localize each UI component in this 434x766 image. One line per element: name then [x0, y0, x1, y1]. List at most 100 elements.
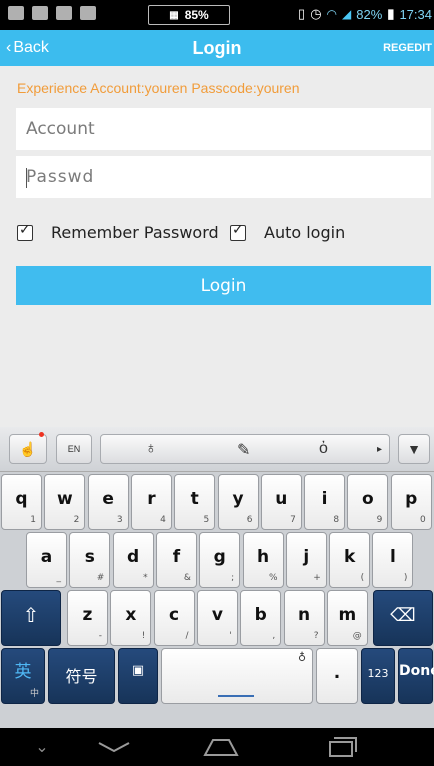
numbers-key[interactable]: 123	[361, 648, 395, 704]
mail-icon	[8, 6, 24, 20]
space-key[interactable]: ♁	[161, 648, 313, 704]
clipboard-key[interactable]: ▣	[118, 648, 158, 704]
period-key-label: .	[333, 663, 341, 683]
handwriting-icon[interactable]: ☝	[9, 432, 47, 464]
key-i[interactable]: i8	[304, 474, 346, 530]
auto-login-option[interactable]: Auto login	[230, 222, 345, 242]
backspace-key-label: ⌫	[390, 605, 416, 626]
auto-login-checkbox[interactable]	[230, 222, 246, 241]
key-l-secondary: )	[403, 573, 408, 583]
login-button[interactable]: Login	[16, 266, 431, 305]
key-c-label: c	[169, 605, 180, 625]
shift-key[interactable]: ⇧	[1, 590, 61, 646]
key-e[interactable]: e3	[87, 474, 129, 530]
symbols-key[interactable]: 符号	[48, 648, 115, 704]
usb-icon: ▦	[169, 9, 179, 21]
key-f[interactable]: f &	[155, 532, 197, 588]
key-r[interactable]: r4	[130, 474, 172, 530]
key-f-label: f	[172, 547, 181, 567]
key-y[interactable]: y6	[217, 474, 259, 530]
notification-icons	[8, 6, 96, 20]
back-label: Back	[13, 39, 49, 56]
key-v-label: v	[211, 605, 223, 625]
key-p[interactable]: p0	[390, 474, 432, 530]
key-t-label: t	[190, 489, 199, 509]
space-bar-indicator	[218, 695, 254, 697]
microphone-icon[interactable]: ♁	[145, 440, 157, 458]
hide-keyboard-icon[interactable]: ▼	[398, 434, 430, 464]
register-button[interactable]: REGEDIT	[383, 42, 432, 54]
key-l[interactable]: l)	[372, 532, 414, 588]
system-status: ▯ ◷ ◠ ◢ 82% ▮ 17:34	[298, 6, 432, 22]
language-icon[interactable]: EN	[56, 434, 92, 464]
key-s-label: s	[84, 547, 95, 567]
key-l-label: l	[389, 547, 396, 567]
key-v[interactable]: v '	[196, 590, 238, 646]
key-o[interactable]: o9	[347, 474, 389, 530]
key-q[interactable]: q1	[1, 474, 42, 530]
done-key-label: Done	[399, 663, 434, 679]
key-q-secondary: 1	[30, 515, 36, 525]
key-w-label: w	[56, 489, 73, 509]
language-switch-key[interactable]: 英中	[1, 648, 45, 704]
remember-password-option[interactable]: Remember Password	[17, 222, 219, 242]
key-y-secondary: 6	[246, 515, 253, 525]
key-c-secondary: /	[185, 631, 189, 641]
key-k[interactable]: k(	[329, 532, 371, 588]
collapse-icon[interactable]: ⌄	[20, 728, 64, 766]
keyboard-tools-strip: ♁ ✎ ὀ ▸	[100, 434, 390, 464]
remember-password-checkbox[interactable]	[17, 222, 33, 241]
key-o-label: o	[362, 489, 374, 509]
page-title: Login	[192, 38, 242, 58]
account-field[interactable]	[16, 108, 431, 150]
key-b[interactable]: b,	[240, 590, 282, 646]
key-z-secondary: -	[98, 631, 102, 641]
key-f-secondary: &	[183, 573, 191, 583]
language-label: EN	[67, 444, 81, 454]
pen-icon[interactable]: ✎	[237, 440, 250, 460]
gallery-icon	[32, 6, 48, 20]
key-s[interactable]: s #	[69, 532, 111, 588]
password-field[interactable]	[16, 156, 431, 198]
key-u[interactable]: u7	[260, 474, 302, 530]
key-n[interactable]: n?	[283, 590, 325, 646]
key-g[interactable]: g;	[199, 532, 241, 588]
done-key[interactable]: Done	[398, 648, 434, 704]
key-h[interactable]: h%	[242, 532, 284, 588]
period-key[interactable]: .	[316, 648, 358, 704]
key-j[interactable]: j +	[285, 532, 327, 588]
battery-percent: 85%	[184, 8, 209, 22]
key-h-label: h	[256, 547, 270, 567]
wifi-icon: ◠	[326, 7, 338, 21]
key-g-label: g	[213, 547, 226, 567]
key-n-secondary: ?	[313, 631, 319, 641]
keyboard-toolbar: ☝ EN ♁ ✎ ὀ ▸ ▼	[0, 427, 434, 472]
chevron-right-icon[interactable]: ▸	[377, 444, 382, 455]
backspace-key[interactable]: ⌫	[373, 590, 433, 646]
key-x-secondary: !	[141, 631, 146, 641]
clock: 17:34	[399, 6, 432, 22]
key-t-secondary: 5	[203, 515, 210, 525]
back-button[interactable]: ‹ Back	[6, 39, 49, 57]
chevron-left-icon: ‹	[6, 39, 12, 56]
key-e-label: e	[102, 489, 114, 509]
back-nav-icon[interactable]	[84, 728, 144, 766]
key-d[interactable]: d *	[112, 532, 154, 588]
key-t[interactable]: t5	[174, 474, 216, 530]
key-r-label: r	[147, 489, 156, 509]
key-b-secondary: ,	[272, 631, 276, 641]
key-m[interactable]: m @	[326, 590, 368, 646]
key-w[interactable]: w2	[44, 474, 86, 530]
key-z-label: z	[82, 605, 93, 625]
key-z[interactable]: z-	[67, 590, 108, 646]
home-icon[interactable]	[196, 728, 246, 766]
key-a[interactable]: a _	[26, 532, 67, 588]
key-c[interactable]: c /	[153, 590, 195, 646]
key-b-label: b	[254, 605, 267, 625]
weibo-icon[interactable]: ὀ	[319, 440, 328, 458]
key-m-secondary: @	[352, 631, 362, 641]
key-x[interactable]: x!	[110, 590, 152, 646]
recent-apps-icon[interactable]	[318, 728, 368, 766]
key-m-label: m	[338, 605, 357, 625]
key-p-label: p	[405, 489, 418, 509]
